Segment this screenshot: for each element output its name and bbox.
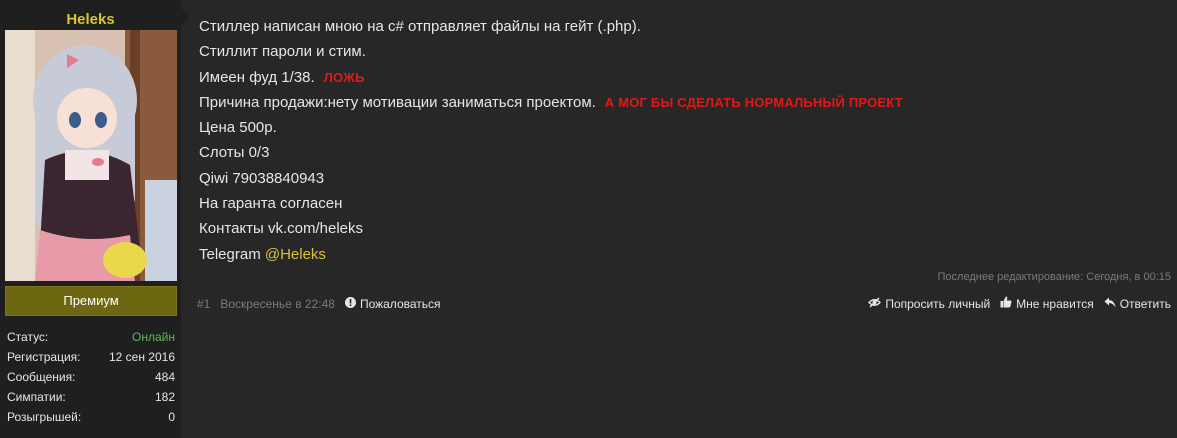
post-line: Стиллер написан мною на c# отправляет фа…	[199, 14, 1159, 39]
post-body: Стиллер написан мною на c# отправляет фа…	[199, 14, 1159, 267]
reply-icon	[1104, 296, 1116, 312]
post-text: Контакты vk.com/heleks	[199, 220, 363, 238]
eye-slash-icon	[868, 296, 882, 312]
reply-label: Ответить	[1119, 297, 1171, 311]
stat-row-likes: Симпатии: 182	[7, 390, 175, 410]
user-sidebar: Heleks Премиум Статус: Онлайн Регистраци…	[0, 0, 181, 438]
post-line: Причина продажи:нету мотивации заниматьс…	[199, 90, 1159, 115]
footer-left: #1 Воскресенье в 22:48 Пожаловаться	[197, 296, 441, 312]
post-text: Слоты 0/3	[199, 144, 270, 162]
telegram-link[interactable]: @Heleks	[265, 246, 326, 263]
stat-value-likes: 182	[154, 390, 175, 404]
rank-badge[interactable]: Премиум	[5, 286, 177, 316]
post-line: Qiwi 79038840943	[199, 166, 1159, 191]
stat-row-status: Статус: Онлайн	[7, 330, 175, 350]
post-line: Слоты 0/3	[199, 140, 1159, 165]
username[interactable]: Heleks	[0, 11, 181, 28]
sidebar-arrow	[181, 8, 190, 26]
like-button[interactable]: Мне нравится	[1000, 296, 1094, 312]
request-pm-button[interactable]: Попросить личный	[868, 296, 990, 312]
stat-value-giveaways: 0	[168, 410, 175, 424]
stat-row-registration: Регистрация: 12 сен 2016	[7, 350, 175, 370]
stat-value-status: Онлайн	[132, 330, 175, 344]
post-text: На гаранта согласен	[199, 195, 343, 213]
stat-label: Сообщения:	[7, 370, 76, 384]
post-text: Стиллер написан мною на c# отправляет фа…	[199, 18, 641, 35]
stat-label: Регистрация:	[7, 350, 81, 364]
post-text: Имеен фуд 1/38.	[199, 68, 315, 86]
report-button[interactable]: Пожаловаться	[344, 296, 441, 312]
stat-value-registration: 12 сен 2016	[108, 350, 175, 364]
post-line: Имеен фуд 1/38. ЛОЖЬ	[199, 65, 1159, 90]
thumbs-up-icon	[1000, 296, 1012, 312]
post-number[interactable]: #1	[197, 296, 210, 312]
annotation-false: ЛОЖЬ	[323, 69, 365, 85]
post-line: Цена 500р.	[199, 115, 1159, 140]
post-text: Telegram	[199, 245, 265, 263]
stat-row-messages: Сообщения: 484	[7, 370, 175, 390]
footer-actions: Попросить личный Мне нравится Ответить	[868, 296, 1171, 312]
stat-value-messages[interactable]: 484	[155, 370, 175, 390]
post-line: Telegram @Heleks	[199, 242, 1159, 267]
user-stats: Статус: Онлайн Регистрация: 12 сен 2016 …	[7, 330, 175, 430]
post-text: Цена 500р.	[199, 119, 277, 137]
request-pm-label: Попросить личный	[885, 297, 991, 311]
post-text: Qiwi 79038840943	[199, 169, 325, 187]
last-edited: Последнее редактирование: Сегодня, в 00:…	[937, 271, 1171, 283]
post-text: Причина продажи:нету мотивации заниматьс…	[199, 93, 596, 111]
stat-label: Розыгрышей:	[7, 410, 82, 424]
report-label: Пожаловаться	[359, 297, 441, 311]
exclamation-icon	[344, 296, 356, 312]
reply-button[interactable]: Ответить	[1104, 296, 1171, 312]
post-line: На гаранта согласен	[199, 191, 1159, 216]
like-label: Мне нравится	[1016, 297, 1094, 311]
stat-label: Статус:	[7, 330, 49, 344]
post-text: Стиллит пароли и стим.	[199, 43, 366, 61]
post-date[interactable]: Воскресенье в 22:48	[220, 296, 335, 312]
stat-label: Симпатии:	[7, 390, 66, 404]
post-footer: #1 Воскресенье в 22:48 Пожаловаться Попр…	[197, 296, 1171, 312]
avatar[interactable]	[5, 30, 177, 281]
post-line: Стиллит пароли и стим.	[199, 39, 1159, 64]
stat-row-giveaways: Розыгрышей: 0	[7, 410, 175, 430]
post-line: Контакты vk.com/heleks	[199, 216, 1159, 241]
annotation-reason: А МОГ БЫ СДЕЛАТЬ НОРМАЛЬНЫЙ ПРОЕКТ	[604, 94, 903, 110]
